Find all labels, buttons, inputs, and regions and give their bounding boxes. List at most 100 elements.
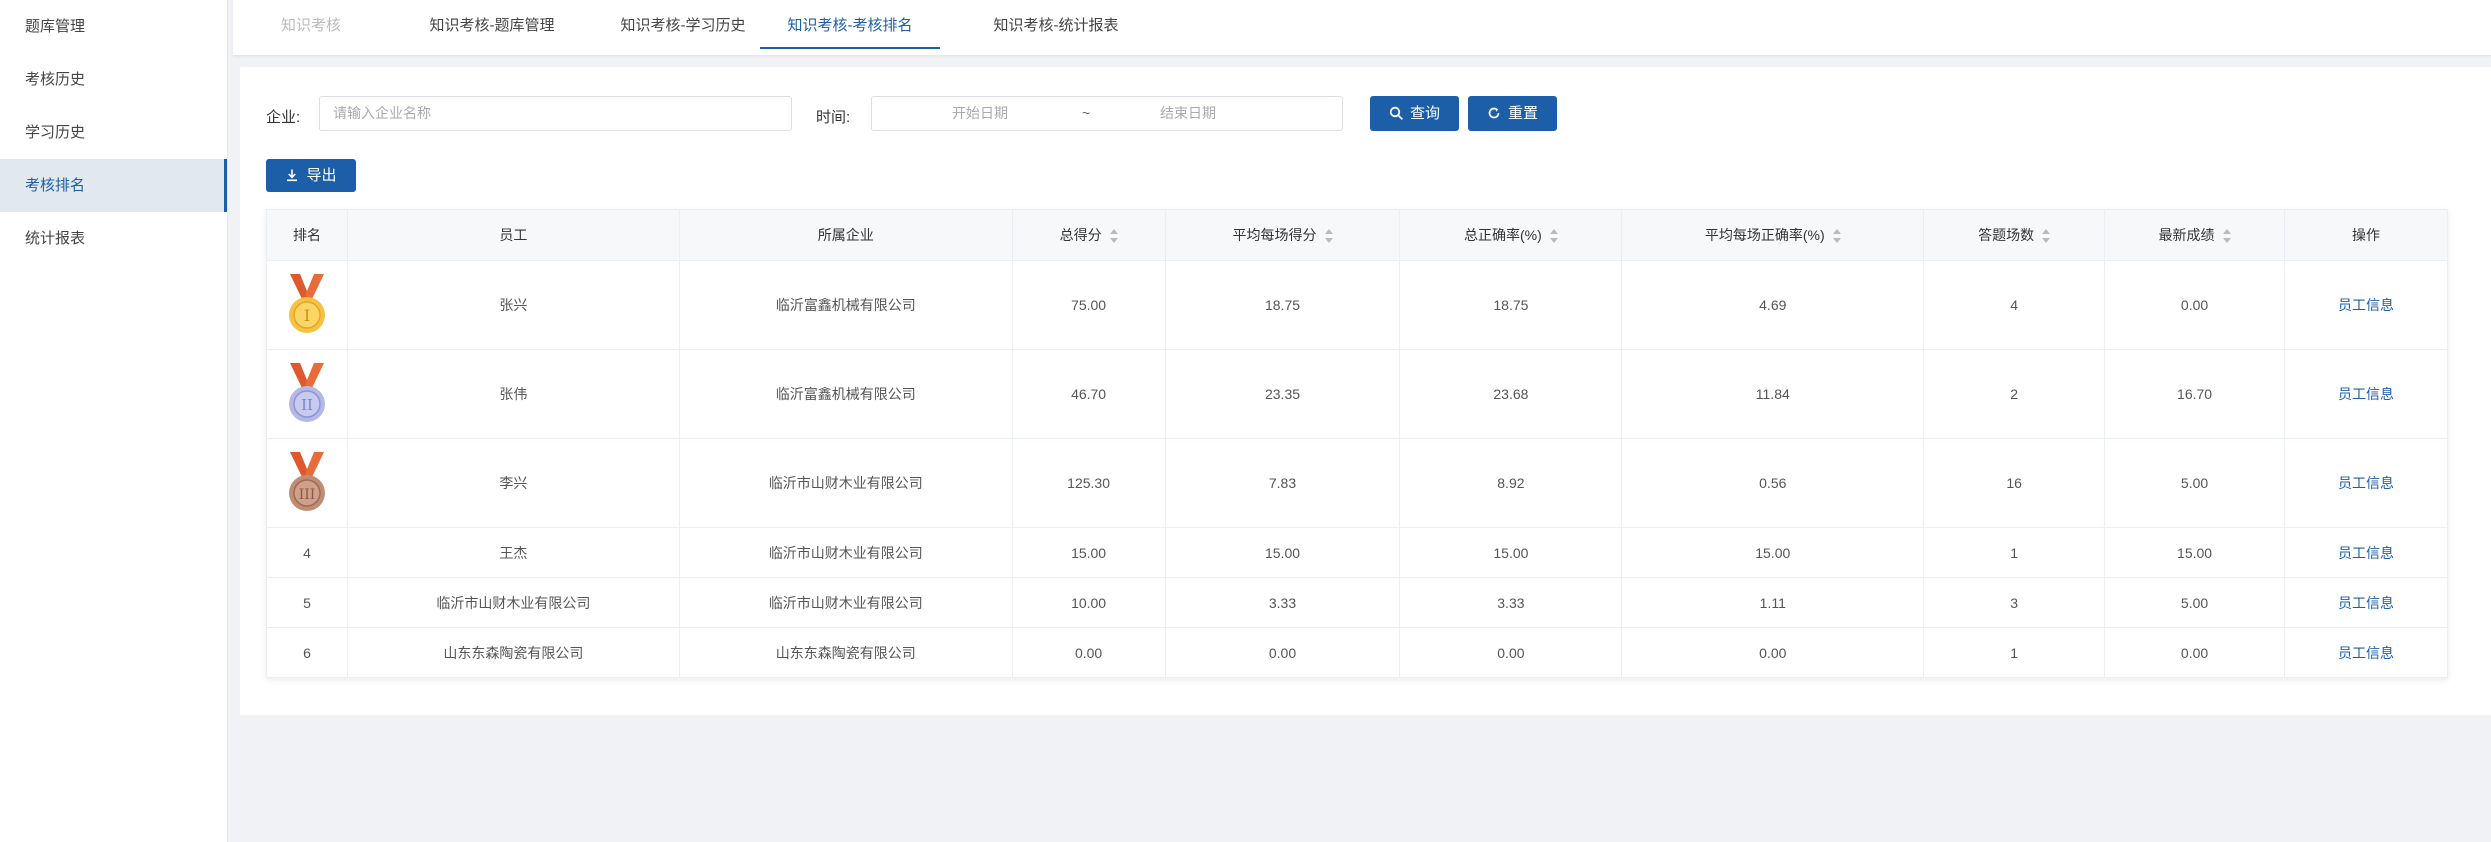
query-button[interactable]: 查询: [1370, 96, 1459, 131]
tab-knowledge-exam[interactable]: 知识考核: [275, 0, 347, 49]
employee-info-link[interactable]: 员工信息: [2338, 645, 2394, 661]
header-avg-accuracy[interactable]: 平均每场正确率(%): [1621, 209, 1925, 261]
total-score-cell: 125.30: [1011, 438, 1166, 528]
rank-cell: II: [266, 349, 348, 439]
employee-info-link[interactable]: 员工信息: [2338, 386, 2394, 402]
refresh-icon: [1488, 107, 1500, 119]
latest-score-cell: 16.70: [2104, 349, 2286, 439]
avg-score-cell: 23.35: [1164, 349, 1401, 439]
tab-statistics[interactable]: 知识考核-统计报表: [963, 0, 1149, 49]
header-exam-count[interactable]: 答题场数: [1923, 209, 2106, 261]
exam-count-cell: 3: [1923, 577, 2106, 628]
sidebar-item-exam-ranking[interactable]: 考核排名: [0, 159, 227, 212]
table-row: III 李兴 临沂市山财木业有限公司 125.30 7.83 8.92 0.56…: [266, 438, 2448, 528]
header-avg-score[interactable]: 平均每场得分: [1164, 209, 1401, 261]
date-range-picker[interactable]: 开始日期 ~ 结束日期: [871, 96, 1343, 131]
employee-info-link[interactable]: 员工信息: [2338, 297, 2394, 313]
avg-accuracy-cell: 11.84: [1621, 349, 1925, 439]
header-rank: 排名: [266, 209, 348, 261]
company-cell: 山东东森陶瓷有限公司: [678, 627, 1013, 678]
header-latest-score[interactable]: 最新成绩: [2104, 209, 2286, 261]
avg-accuracy-cell: 0.56: [1621, 438, 1925, 528]
sidebar-item-exam-history[interactable]: 考核历史: [0, 53, 227, 106]
latest-score-cell: 15.00: [2104, 527, 2286, 578]
date-range-separator: ~: [1082, 105, 1091, 121]
action-cell: 员工信息: [2284, 527, 2448, 578]
avg-accuracy-cell: 0.00: [1621, 627, 1925, 678]
employee-info-link[interactable]: 员工信息: [2338, 545, 2394, 561]
action-cell: 员工信息: [2284, 349, 2448, 439]
action-cell: 员工信息: [2284, 627, 2448, 678]
svg-text:II: II: [301, 396, 313, 414]
avg-score-cell: 15.00: [1164, 527, 1401, 578]
avg-accuracy-cell: 1.11: [1621, 577, 1925, 628]
rank-cell: 4: [266, 527, 348, 578]
table-row: I 张兴 临沂富鑫机械有限公司 75.00 18.75 18.75 4.69 4…: [266, 260, 2448, 350]
reset-button[interactable]: 重置: [1468, 96, 1557, 131]
sort-icon[interactable]: [2042, 229, 2051, 244]
table-row: II 张伟 临沂富鑫机械有限公司 46.70 23.35 23.68 11.84…: [266, 349, 2448, 439]
sidebar-item-question-bank[interactable]: 题库管理: [0, 0, 227, 53]
start-date-input[interactable]: 开始日期: [952, 97, 1008, 130]
time-label: 时间:: [816, 109, 851, 126]
header-total-accuracy[interactable]: 总正确率(%): [1399, 209, 1623, 261]
company-input[interactable]: 请输入企业名称: [319, 96, 792, 131]
bronze-medal-icon: III: [288, 451, 325, 511]
rank-cell: III: [266, 438, 348, 528]
tab-exam-ranking[interactable]: 知识考核-考核排名: [760, 0, 940, 49]
sidebar-item-statistics[interactable]: 统计报表: [0, 212, 227, 265]
svg-text:I: I: [304, 306, 310, 325]
avg-accuracy-cell: 15.00: [1621, 527, 1925, 578]
table-row: 5 临沂市山财木业有限公司 临沂市山财木业有限公司 10.00 3.33 3.3…: [266, 577, 2448, 628]
search-icon: [1389, 106, 1403, 120]
action-cell: 员工信息: [2284, 438, 2448, 528]
avg-accuracy-cell: 4.69: [1621, 260, 1925, 350]
table-row: 4 王杰 临沂市山财木业有限公司 15.00 15.00 15.00 15.00…: [266, 527, 2448, 578]
sidebar: 题库管理 考核历史 学习历史 考核排名 统计报表: [0, 0, 228, 842]
exam-count-cell: 16: [1923, 438, 2106, 528]
total-score-cell: 0.00: [1011, 627, 1166, 678]
header-total-score[interactable]: 总得分: [1011, 209, 1166, 261]
total-accuracy-cell: 15.00: [1399, 527, 1623, 578]
exam-count-cell: 1: [1923, 627, 2106, 678]
avg-score-cell: 0.00: [1164, 627, 1401, 678]
total-accuracy-cell: 18.75: [1399, 260, 1623, 350]
table-row: 6 山东东森陶瓷有限公司 山东东森陶瓷有限公司 0.00 0.00 0.00 0…: [266, 627, 2448, 678]
header-employee: 员工: [346, 209, 680, 261]
sort-icon[interactable]: [1109, 229, 1118, 244]
total-score-cell: 75.00: [1011, 260, 1166, 350]
sort-icon[interactable]: [1549, 229, 1558, 244]
company-cell: 临沂市山财木业有限公司: [678, 438, 1013, 528]
total-score-cell: 10.00: [1011, 577, 1166, 628]
latest-score-cell: 0.00: [2104, 627, 2286, 678]
total-accuracy-cell: 8.92: [1399, 438, 1623, 528]
download-icon: [287, 169, 298, 182]
employee-info-link[interactable]: 员工信息: [2338, 475, 2394, 491]
company-cell: 临沂富鑫机械有限公司: [678, 349, 1013, 439]
tab-question-bank[interactable]: 知识考核-题库管理: [398, 0, 586, 49]
export-label: 导出: [306, 167, 337, 184]
tab-study-history[interactable]: 知识考核-学习历史: [588, 0, 778, 49]
exam-count-cell: 2: [1923, 349, 2106, 439]
export-button[interactable]: 导出: [266, 159, 356, 192]
sidebar-item-study-history[interactable]: 学习历史: [0, 106, 227, 159]
employee-cell: 张伟: [346, 349, 680, 439]
ranking-table: 排名 员工 所属企业 总得分 平均每场得分 总正确率(%) 平均每场正确率(%)…: [266, 209, 2448, 678]
action-cell: 员工信息: [2284, 260, 2448, 350]
sort-icon[interactable]: [1832, 229, 1841, 244]
total-score-cell: 46.70: [1011, 349, 1166, 439]
total-accuracy-cell: 0.00: [1399, 627, 1623, 678]
end-date-input[interactable]: 结束日期: [1160, 97, 1216, 130]
employee-cell: 山东东森陶瓷有限公司: [346, 627, 680, 678]
sort-icon[interactable]: [1324, 229, 1333, 244]
latest-score-cell: 5.00: [2104, 438, 2286, 528]
total-accuracy-cell: 23.68: [1399, 349, 1623, 439]
action-cell: 员工信息: [2284, 577, 2448, 628]
rank-cell: 5: [266, 577, 348, 628]
sort-icon[interactable]: [2222, 229, 2231, 244]
employee-info-link[interactable]: 员工信息: [2338, 595, 2394, 611]
exam-count-cell: 4: [1923, 260, 2106, 350]
query-label: 查询: [1409, 105, 1440, 122]
latest-score-cell: 5.00: [2104, 577, 2286, 628]
avg-score-cell: 18.75: [1164, 260, 1401, 350]
